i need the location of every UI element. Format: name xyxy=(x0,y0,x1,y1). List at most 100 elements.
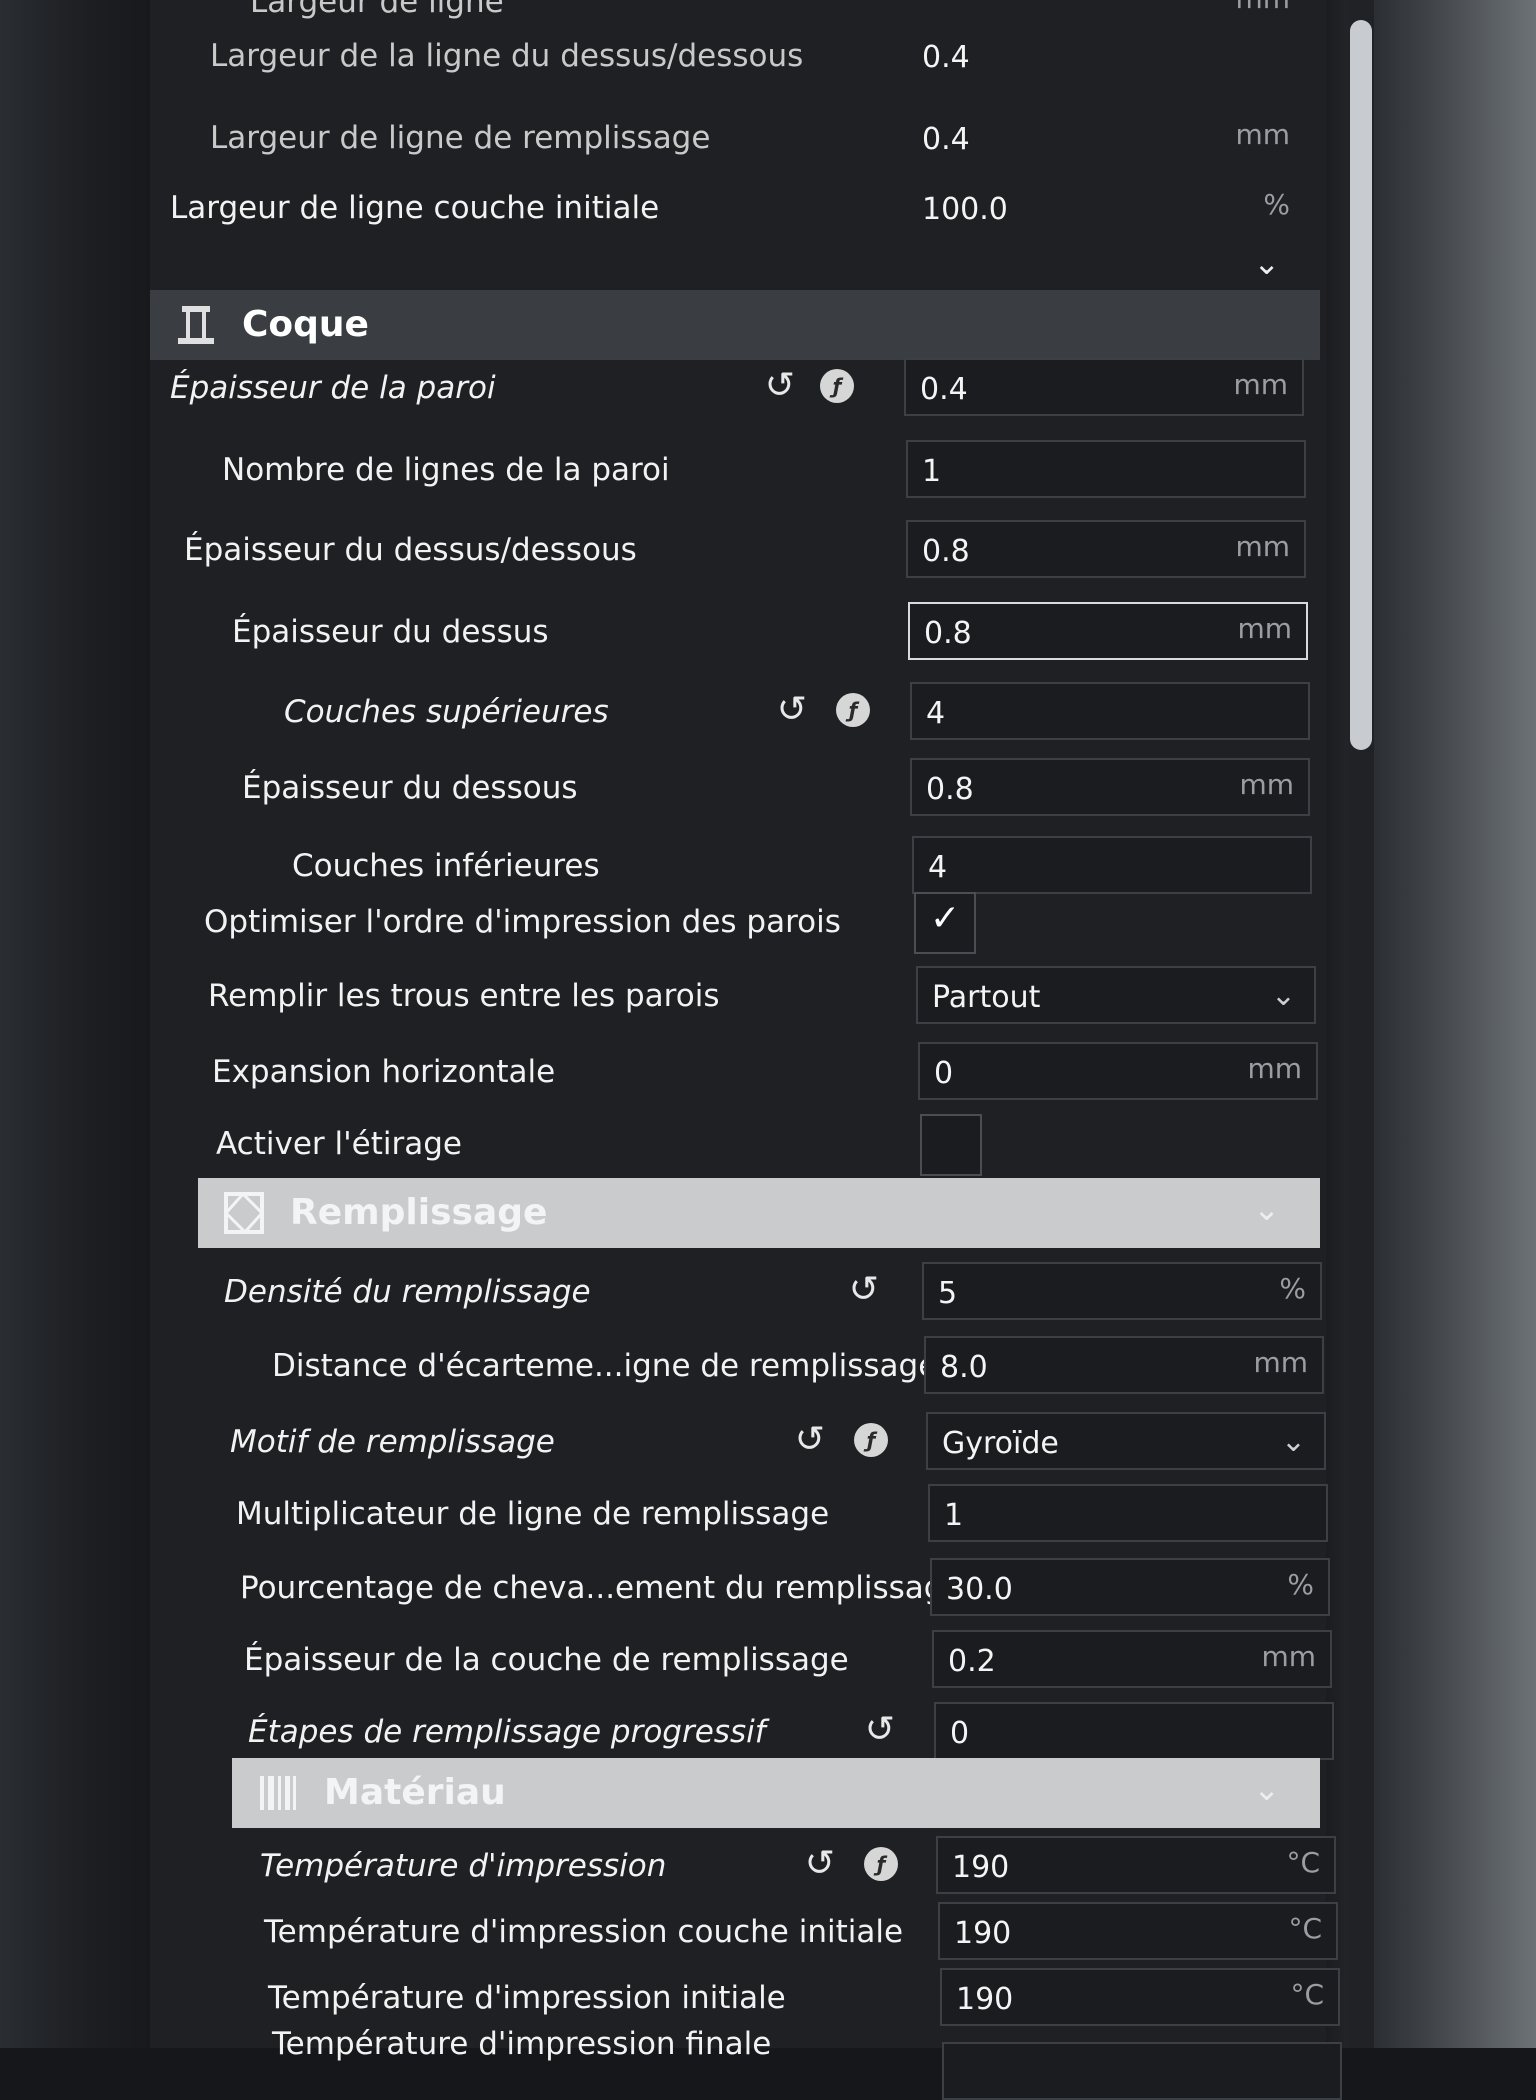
setting-label: Épaisseur de la couche de remplissage xyxy=(244,1642,849,1678)
chevron-down-icon: ⌄ xyxy=(1270,978,1296,1013)
setting-label: Épaisseur du dessus xyxy=(232,614,549,650)
reset-icon[interactable]: ↺ xyxy=(772,690,812,730)
setting-field[interactable]: 0 mm xyxy=(918,1042,1318,1100)
optimize-wall-order-checkbox[interactable]: ✓ xyxy=(914,892,976,954)
setting-field[interactable]: 0.4 xyxy=(906,26,1306,84)
setting-value: 0.8 xyxy=(926,772,974,807)
setting-label: Température d'impression finale xyxy=(272,2026,772,2062)
setting-label: Température d'impression xyxy=(260,1848,667,1884)
setting-field[interactable]: 8.0 mm xyxy=(924,1336,1324,1394)
reset-icon[interactable]: ↺ xyxy=(800,1844,840,1884)
reset-icon[interactable]: ↺ xyxy=(790,1420,830,1460)
reset-icon[interactable]: ↺ xyxy=(860,1710,900,1750)
setting-label: Pourcentage de cheva...ement du rempliss… xyxy=(240,1570,963,1606)
setting-row: Motif de remplissage ↺ ƒ Gyroïde ⌄ xyxy=(150,1406,1326,1478)
setting-label: Multiplicateur de ligne de remplissage xyxy=(236,1496,830,1532)
setting-row: Température d'impression ↺ ƒ 190 °C xyxy=(150,1830,1336,1902)
section-header-material[interactable]: Matériau ⌄ xyxy=(232,1758,1320,1828)
setting-row: Remplir les trous entre les parois Parto… xyxy=(150,960,1326,1032)
scrollbar-thumb[interactable] xyxy=(1350,20,1372,750)
setting-row: Densité du remplissage ↺ 5 % xyxy=(150,1256,1326,1328)
setting-value: 190 xyxy=(954,1916,1012,1951)
unit-label: mm xyxy=(1237,612,1292,645)
unit-label: °C xyxy=(1288,1912,1322,1945)
setting-field[interactable]: 1 xyxy=(906,440,1306,498)
setting-value: 0 xyxy=(934,1056,954,1091)
fx-icon[interactable]: ƒ xyxy=(854,1423,888,1457)
setting-row: Épaisseur de la paroi ↺ ƒ 0.4 mm xyxy=(150,352,1326,424)
fx-icon[interactable]: ƒ xyxy=(820,369,854,403)
setting-row: Largeur de ligne de remplissage 0.4 mm xyxy=(150,102,1326,174)
setting-row: Multiplicateur de ligne de remplissage 1 xyxy=(150,1478,1328,1550)
setting-value: Partout xyxy=(932,980,1041,1015)
setting-field[interactable]: 4 xyxy=(910,682,1310,740)
scrollbar[interactable] xyxy=(1348,0,1374,2048)
section-header-shell[interactable]: Coque ⌄ xyxy=(150,244,1320,360)
setting-value: 8.0 xyxy=(940,1350,988,1385)
setting-row: Activer l'étirage xyxy=(150,1108,1326,1180)
setting-row: Largeur de ligne couche initiale 100.0 % xyxy=(150,172,1326,244)
chevron-down-icon[interactable]: ⌄ xyxy=(1253,244,1280,282)
setting-row: Nombre de lignes de la paroi 1 xyxy=(150,434,1326,506)
chevron-down-icon[interactable]: ⌄ xyxy=(1253,1770,1280,1808)
setting-field[interactable]: 5 % xyxy=(922,1262,1322,1320)
setting-label: Épaisseur de la paroi xyxy=(170,370,496,406)
setting-label: Largeur de ligne xyxy=(250,0,504,20)
setting-field[interactable]: 30.0 % xyxy=(930,1558,1330,1616)
section-header-infill[interactable]: Remplissage ⌄ xyxy=(198,1178,1320,1248)
setting-label: Épaisseur du dessus/dessous xyxy=(184,532,637,568)
setting-field[interactable] xyxy=(942,2042,1342,2100)
unit-label: % xyxy=(1279,1272,1306,1305)
unit-label: mm xyxy=(1239,768,1294,801)
unit-label: % xyxy=(1287,1568,1314,1601)
setting-label: Motif de remplissage xyxy=(230,1424,555,1460)
setting-label: Distance d'écarteme...igne de remplissag… xyxy=(272,1348,938,1384)
unit-label: mm xyxy=(1233,368,1288,401)
setting-label: Expansion horizontale xyxy=(212,1054,556,1090)
section-title: Remplissage xyxy=(290,1192,548,1233)
setting-field[interactable]: 0 xyxy=(934,1702,1334,1760)
setting-label: Couches inférieures xyxy=(292,848,600,884)
setting-field[interactable]: 0.4 mm xyxy=(904,358,1304,416)
enable-ironing-checkbox[interactable] xyxy=(920,1114,982,1176)
setting-value: 4 xyxy=(928,850,948,885)
setting-label: Densité du remplissage xyxy=(224,1274,591,1310)
setting-label: Optimiser l'ordre d'impression des paroi… xyxy=(204,904,841,940)
fx-icon[interactable]: ƒ xyxy=(836,693,870,727)
setting-value: 100.0 xyxy=(922,192,1008,227)
setting-field[interactable]: 0.8 mm xyxy=(908,602,1308,660)
setting-label: Température d'impression couche initiale xyxy=(264,1914,904,1950)
infill-pattern-dropdown[interactable]: Gyroïde ⌄ xyxy=(926,1412,1326,1470)
setting-value: 0.4 xyxy=(922,40,970,75)
setting-value: 0.8 xyxy=(924,616,972,651)
setting-row: Température d'impression finale xyxy=(150,2008,1342,2100)
setting-field[interactable]: 190 °C xyxy=(938,1902,1338,1960)
checkmark-icon: ✓ xyxy=(930,898,961,939)
fill-gaps-dropdown[interactable]: Partout ⌄ xyxy=(916,966,1316,1024)
setting-row: Couches supérieures ↺ ƒ 4 xyxy=(150,676,1326,748)
setting-field[interactable]: 190 °C xyxy=(936,1836,1336,1894)
fx-icon[interactable]: ƒ xyxy=(864,1847,898,1881)
setting-value: 0.2 xyxy=(948,1644,996,1679)
setting-label: Épaisseur du dessous xyxy=(242,770,578,806)
setting-field[interactable]: 0.4 mm xyxy=(906,108,1306,166)
section-title: Coque xyxy=(242,304,369,345)
setting-field[interactable]: 1 xyxy=(928,1484,1328,1542)
setting-field[interactable]: 0.8 mm xyxy=(906,520,1306,578)
unit-label: mm xyxy=(1247,1052,1302,1085)
setting-field[interactable]: 0.8 mm xyxy=(910,758,1310,816)
unit-label: °C xyxy=(1286,1846,1320,1879)
setting-row: Épaisseur du dessus 0.8 mm xyxy=(150,596,1326,668)
setting-value: 190 xyxy=(952,1850,1010,1885)
reset-icon[interactable]: ↺ xyxy=(760,366,800,406)
setting-field[interactable]: 0.2 mm xyxy=(932,1630,1332,1688)
setting-value: 0.4 xyxy=(920,372,968,407)
chevron-down-icon[interactable]: ⌄ xyxy=(1253,1190,1280,1228)
reset-icon[interactable]: ↺ xyxy=(844,1270,884,1310)
unit-label: °C xyxy=(1290,1978,1324,2011)
setting-value: 0 xyxy=(950,1716,970,1751)
setting-row: Épaisseur de la couche de remplissage 0.… xyxy=(150,1624,1332,1696)
setting-row: Largeur de la ligne du dessus/dessous 0.… xyxy=(150,20,1326,92)
setting-value: 0.4 xyxy=(922,122,970,157)
setting-field[interactable]: 100.0 % xyxy=(906,178,1306,236)
